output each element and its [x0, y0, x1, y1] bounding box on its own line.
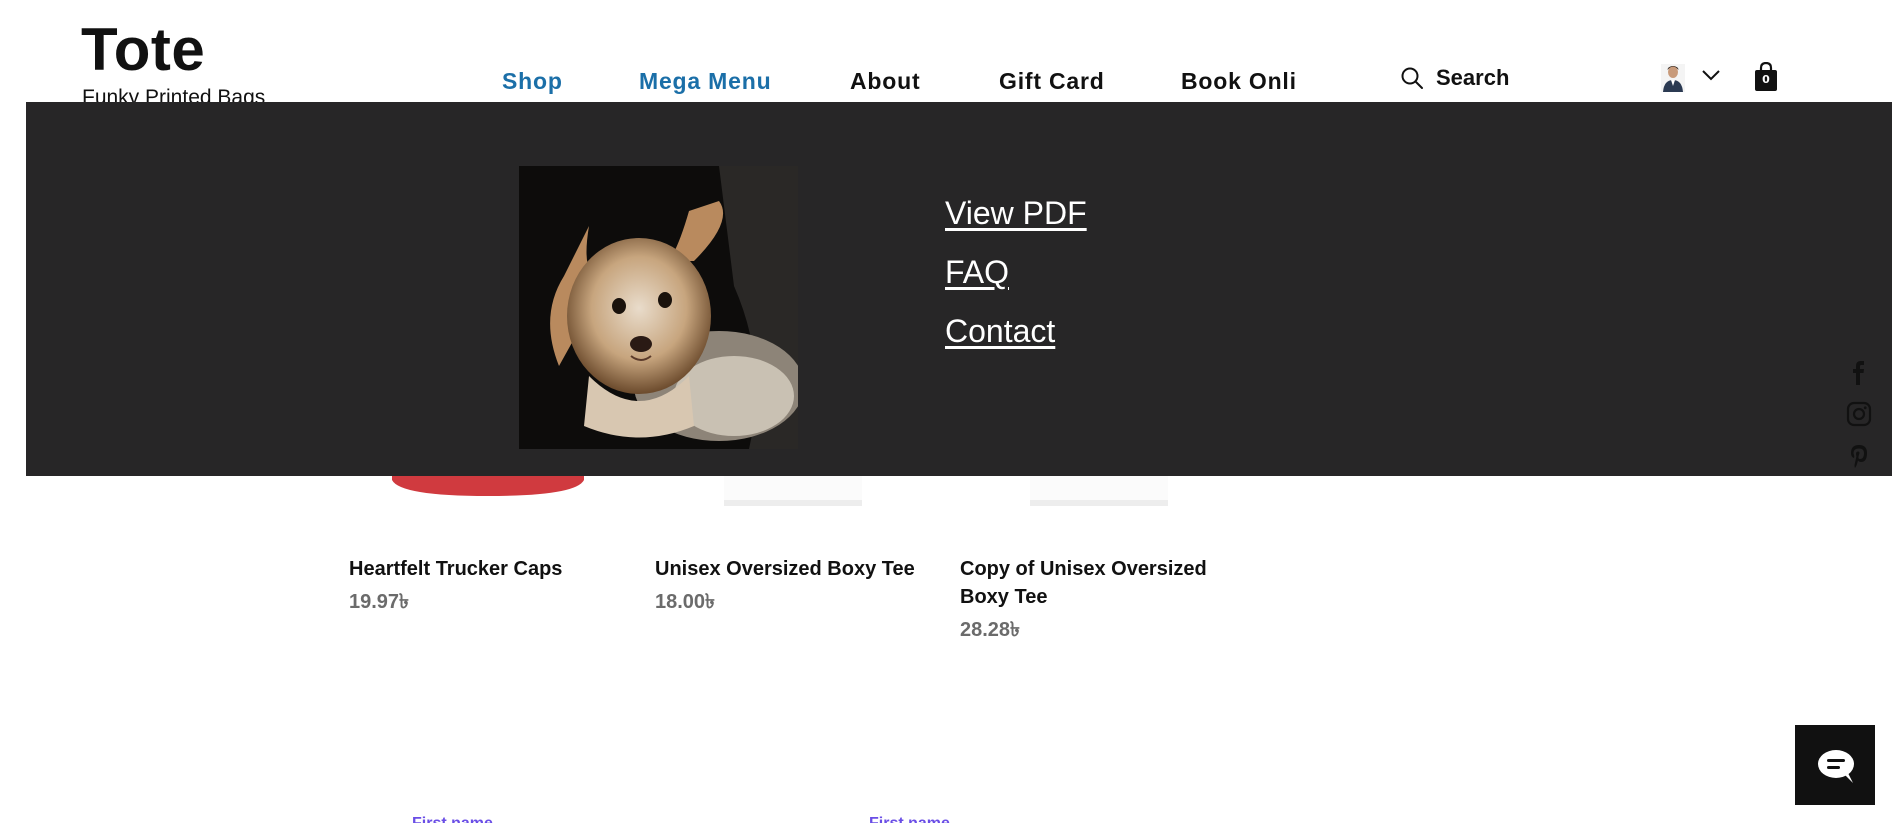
page: Tote Funky Printed Bags Shop Mega Menu A… — [0, 0, 1892, 823]
product-price: 19.97৳ — [349, 591, 410, 613]
product-card[interactable]: Unisex Oversized Boxy Tee 18.00৳ — [655, 555, 925, 620]
product-name[interactable]: Copy of Unisex Oversized Boxy Tee — [960, 555, 1230, 611]
product-price: 28.28৳ — [960, 619, 1021, 641]
user-avatar[interactable] — [1661, 64, 1685, 92]
site-logo[interactable]: Tote — [81, 20, 205, 80]
product-image-tee[interactable] — [718, 474, 868, 508]
mega-menu-panel: View PDF FAQ Contact — [26, 102, 1892, 476]
search-button[interactable]: Search — [1400, 63, 1509, 93]
search-label: Search — [1436, 65, 1510, 90]
nav-gift-card[interactable]: Gift Card — [999, 68, 1105, 95]
nav-mega-menu[interactable]: Mega Menu — [639, 68, 771, 95]
contact-link[interactable]: Contact — [945, 315, 1087, 347]
product-image-cap[interactable] — [390, 472, 586, 500]
instagram-icon[interactable] — [1846, 401, 1872, 427]
first-name-label: First name — [869, 815, 950, 823]
mega-menu-links: View PDF FAQ Contact — [945, 197, 1087, 374]
cart-count: 0 — [1762, 73, 1770, 86]
nav-shop[interactable]: Shop — [502, 68, 563, 95]
product-image-tee-copy[interactable] — [1024, 474, 1174, 508]
faq-link[interactable]: FAQ — [945, 256, 1087, 288]
chevron-down-icon[interactable] — [1701, 68, 1721, 82]
view-pdf-link[interactable]: View PDF — [945, 197, 1087, 229]
pinterest-icon[interactable] — [1846, 443, 1872, 469]
first-name-label: First name — [412, 815, 493, 823]
chat-bubble-icon — [1818, 750, 1854, 783]
product-name[interactable]: Unisex Oversized Boxy Tee — [655, 555, 925, 583]
product-name[interactable]: Heartfelt Trucker Caps — [349, 555, 619, 583]
search-icon — [1401, 67, 1423, 89]
nav-book-online[interactable]: Book Onli — [1181, 68, 1297, 95]
facebook-icon[interactable] — [1846, 360, 1872, 386]
chat-button[interactable] — [1795, 725, 1875, 805]
nav-about[interactable]: About — [850, 68, 920, 95]
dog-photo — [519, 166, 798, 449]
product-price: 18.00৳ — [655, 591, 716, 613]
product-card[interactable]: Copy of Unisex Oversized Boxy Tee 28.28৳ — [960, 555, 1230, 648]
cart-button[interactable]: 0 — [1753, 61, 1779, 92]
product-card[interactable]: Heartfelt Trucker Caps 19.97৳ — [349, 555, 619, 620]
